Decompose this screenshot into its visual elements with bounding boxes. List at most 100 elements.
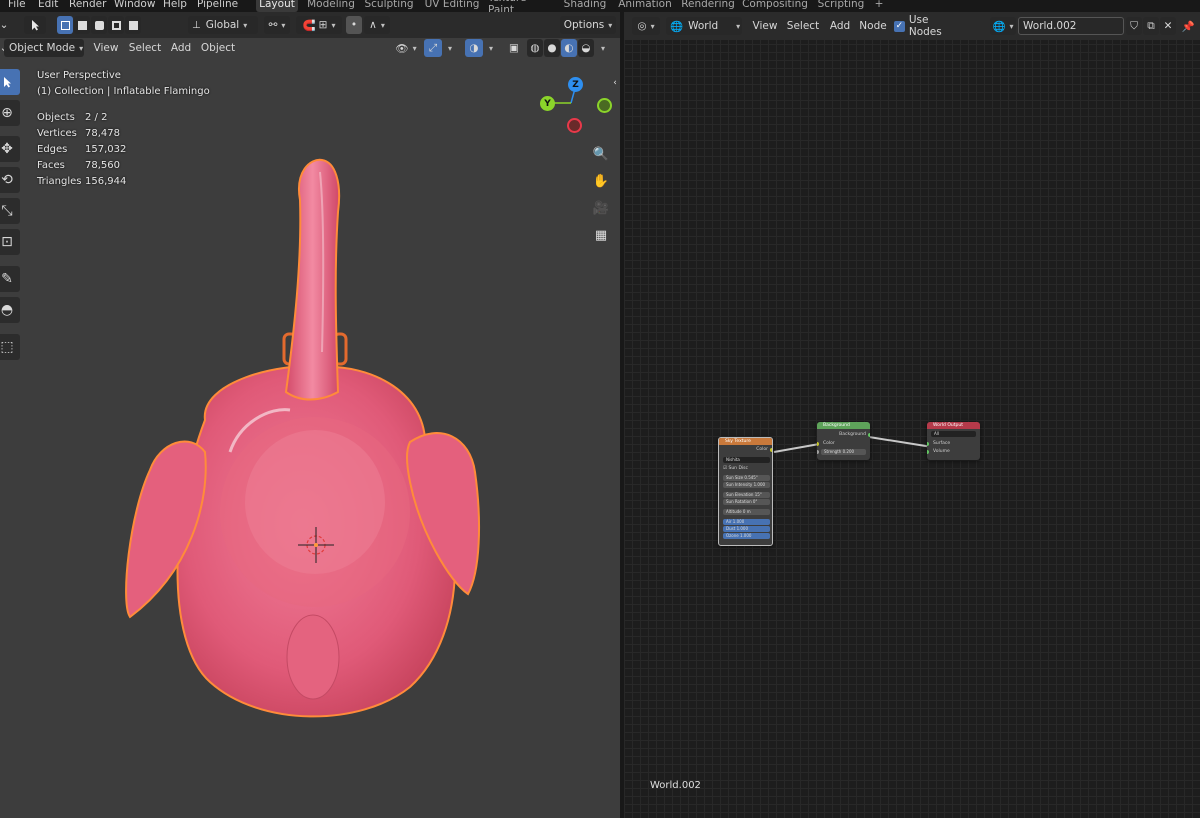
node-menu-view[interactable]: View (748, 17, 782, 35)
output-target-dropdown[interactable]: All (931, 431, 976, 437)
unlink-close-icon[interactable]: ✕ (1160, 17, 1176, 35)
pivot-point-icon[interactable]: ⚯ ▾ (264, 16, 290, 34)
menu-render[interactable]: Render (69, 0, 106, 12)
editor-type-chevron-icon[interactable]: ⌄ (0, 16, 12, 34)
dust-field[interactable]: Dust 1.000 (723, 526, 770, 532)
shading-chevron-down-icon[interactable]: ▾ (596, 39, 610, 57)
tool-rotate-icon[interactable]: ⟲ (0, 167, 20, 193)
zoom-icon[interactable]: 🔍 (590, 143, 612, 165)
viewport-menu-object[interactable]: Object (198, 39, 238, 57)
camera-icon[interactable]: 🎥 (590, 197, 612, 219)
select-mode-extend-icon[interactable] (74, 16, 90, 34)
tool-move-icon[interactable]: ✥ (0, 136, 20, 162)
strength-field[interactable]: Strength 0.200 (821, 449, 866, 455)
select-mode-intersect-icon[interactable] (125, 16, 141, 34)
sun-size-field[interactable]: Sun Size 0.545° (723, 475, 770, 481)
object-mode-dropdown[interactable]: Object Mode ▾ (4, 39, 84, 57)
tool-annotate-icon[interactable]: ✎ (0, 266, 20, 292)
select-tool-icon[interactable] (24, 16, 46, 34)
select-mode-subtract-icon[interactable] (91, 16, 107, 34)
pan-hand-icon[interactable]: ✋ (590, 170, 612, 192)
tab-uv-editing[interactable]: UV Editing (422, 0, 482, 12)
sun-elevation-field[interactable]: Sun Elevation 15° (723, 492, 770, 498)
3d-viewport[interactable]: ⌄ ⊥ Global ▾ ⚯▾ 🧲⊞▾ • ∧▾ Options ▾ ⌄ Obj… (0, 12, 620, 818)
air-field[interactable]: Air 1.000 (723, 519, 770, 525)
surface-socket[interactable] (927, 442, 929, 446)
editor-type-icon[interactable]: ◎ ▾ (632, 17, 660, 35)
shader-type-dropdown[interactable]: 🌐 World ▾ (666, 17, 742, 35)
viewport-menu-select[interactable]: Select (126, 39, 164, 57)
gizmo-neg-y-axis[interactable] (597, 98, 612, 113)
altitude-field[interactable]: Altitude 0 m (723, 509, 770, 515)
node-link-sky-to-background[interactable] (773, 443, 820, 453)
pin-icon[interactable]: 📌 (1180, 17, 1196, 35)
menu-file[interactable]: File (8, 0, 26, 12)
sky-texture-node[interactable]: Sky Texture Color Nishita ☑ Sun Disc Sun… (718, 437, 773, 546)
shader-node-editor[interactable]: ◎ ▾ 🌐 World ▾ View Select Add Node ✓ Use … (624, 12, 1200, 818)
tool-measure-icon[interactable]: ◓ (0, 297, 20, 323)
menu-edit[interactable]: Edit (38, 0, 58, 12)
node-menu-add[interactable]: Add (826, 17, 854, 35)
visibility-eye-icon[interactable]: 👁 ▾ (392, 39, 420, 57)
gizmo-y-axis[interactable]: Y (540, 96, 555, 111)
perspective-grid-icon[interactable]: ▦ (590, 224, 612, 246)
world-browse-icon[interactable]: 🌐 ▾ (990, 17, 1016, 35)
tab-shading[interactable]: Shading (562, 0, 608, 12)
gizmo-neg-x-axis[interactable] (567, 118, 582, 133)
background-output-socket[interactable] (868, 433, 870, 437)
strength-socket[interactable] (817, 450, 819, 454)
gizmo-chevron-down-icon[interactable]: ▾ (443, 39, 457, 57)
shading-rendered-icon[interactable]: ◒ (578, 39, 594, 57)
overlays-toggle-icon[interactable]: ◑ (465, 39, 483, 57)
background-node[interactable]: Background Background Color Strength 0.2… (817, 422, 870, 460)
transform-orientation-dropdown[interactable]: ⊥ Global ▾ (188, 16, 258, 34)
volume-socket[interactable] (927, 450, 929, 454)
select-mode-new-icon[interactable] (57, 16, 73, 34)
tool-cursor-icon[interactable]: ⊕ (0, 100, 20, 126)
use-nodes-checkbox[interactable]: ✓ Use Nodes (894, 14, 964, 38)
world-output-node[interactable]: World Output All Surface Volume (927, 422, 980, 460)
tab-scripting[interactable]: Scripting (814, 0, 868, 12)
tab-rendering[interactable]: Rendering (680, 0, 736, 12)
overlays-chevron-down-icon[interactable]: ▾ (484, 39, 498, 57)
tool-scale-icon[interactable]: ⤡ (0, 198, 20, 224)
proportional-edit-icon[interactable]: • (346, 16, 362, 34)
sky-type-dropdown[interactable]: Nishita (723, 457, 770, 463)
menu-pipeline[interactable]: Pipeline (197, 0, 238, 12)
xray-toggle-icon[interactable]: ▣ (506, 39, 522, 57)
add-workspace-button[interactable]: + (872, 0, 886, 12)
tool-add-cube-icon[interactable]: ⬚ (0, 334, 20, 360)
select-mode-invert-icon[interactable] (108, 16, 124, 34)
fake-user-shield-icon[interactable]: ⛉ (1126, 17, 1142, 35)
shading-material-icon[interactable]: ◐ (561, 39, 577, 57)
tab-animation[interactable]: Animation (616, 0, 674, 12)
shading-solid-icon[interactable]: ● (544, 39, 560, 57)
node-menu-select[interactable]: Select (784, 17, 822, 35)
gizmo-toggle-icon[interactable]: ⤢ (424, 39, 442, 57)
sun-disc-checkbox[interactable]: ☑ Sun Disc (723, 466, 748, 471)
sun-intensity-field[interactable]: Sun Intensity 1.000 (723, 482, 770, 488)
viewport-menu-add[interactable]: Add (168, 39, 194, 57)
inflatable-flamingo-model[interactable] (110, 152, 500, 722)
snap-toggle-icon[interactable]: 🧲 ⊞ ▾ (296, 16, 342, 34)
gizmo-z-axis[interactable]: Z (568, 77, 583, 92)
tab-texture-paint[interactable]: Texture Paint (488, 0, 554, 12)
sun-rotation-field[interactable]: Sun Rotation 0° (723, 499, 770, 505)
tool-select-box-icon[interactable] (0, 69, 20, 95)
node-menu-node[interactable]: Node (856, 17, 890, 35)
tab-compositing[interactable]: Compositing (742, 0, 808, 12)
tab-modeling[interactable]: Modeling (304, 0, 358, 12)
node-link-background-to-output[interactable] (868, 436, 928, 448)
shading-wireframe-icon[interactable]: ◍ (527, 39, 543, 57)
new-world-copy-icon[interactable]: ⧉ (1143, 17, 1159, 35)
ozone-field[interactable]: Ozone 1.000 (723, 533, 770, 539)
tab-sculpting[interactable]: Sculpting (362, 0, 416, 12)
sky-output-socket[interactable] (770, 448, 772, 452)
sidebar-toggle-chevron-icon[interactable]: ‹ (610, 72, 620, 94)
viewport-menu-view[interactable]: View (90, 39, 122, 57)
options-dropdown[interactable]: Options ▾ (560, 16, 616, 34)
tab-layout[interactable]: Layout (256, 0, 298, 12)
world-name-field[interactable]: World.002 (1018, 17, 1124, 35)
background-color-socket[interactable] (817, 442, 819, 446)
menu-window[interactable]: Window (114, 0, 155, 12)
